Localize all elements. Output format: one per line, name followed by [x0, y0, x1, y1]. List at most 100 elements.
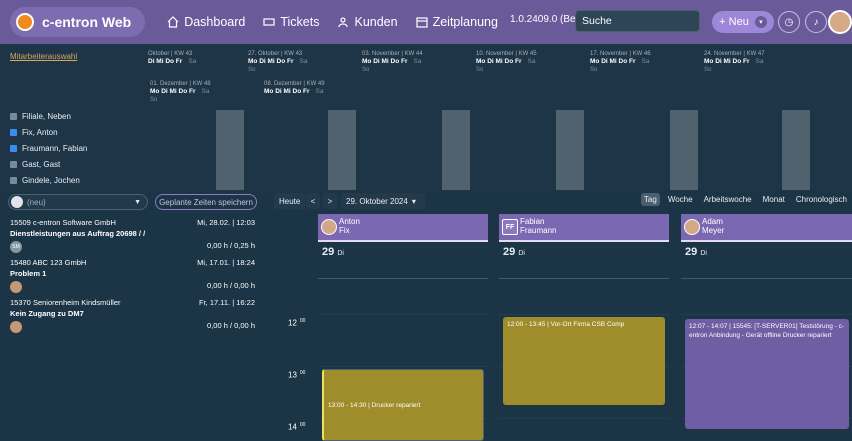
- divider: [681, 278, 852, 279]
- calendar-event[interactable]: 13:00 - 14:30 | Drucker repariert: [322, 369, 484, 441]
- weekend-label: So: [150, 97, 158, 103]
- view-tag[interactable]: Tag: [640, 193, 660, 206]
- day-of-week: Di: [518, 250, 525, 257]
- ticket-company: 15480 ABC 123 GmbH: [10, 258, 87, 267]
- avatar: [321, 219, 337, 235]
- weekend-label: So: [362, 67, 370, 73]
- minute-value: 00: [299, 422, 306, 428]
- ticket-item[interactable]: 15480 ABC 123 GmbH Mi, 17.01. | 18:24 Pro…: [10, 258, 255, 293]
- week-days: Di Mi Do Fr Sa: [148, 58, 202, 66]
- avatar: FF: [502, 219, 518, 235]
- gridline: [318, 366, 488, 367]
- search-input[interactable]: Suche: [575, 10, 700, 32]
- today-button[interactable]: Heute: [274, 193, 306, 209]
- calendar-column-fraumann: FF Fabian Fraumann 29 Di 12:00 - 13:45 |…: [499, 214, 669, 441]
- weekday-list: Mo Di Mi Do Fr: [248, 58, 294, 65]
- chevron-down-icon: ▼: [134, 198, 141, 206]
- day-number: 29 Di: [503, 246, 525, 258]
- week-label: 27. Oktober | KW 43: [248, 51, 303, 57]
- ticket-item[interactable]: 15509 c-entron Software GmbH Mi, 28.02. |…: [10, 218, 255, 253]
- ticket-company: 15509 c-entron Software GmbH: [10, 218, 116, 227]
- hour-label: 14 00: [288, 422, 305, 432]
- weekend-label: Sa: [527, 58, 536, 65]
- week-days: Mo Di Mi Do Fr Sa: [590, 58, 655, 66]
- checkbox[interactable]: [10, 112, 17, 120]
- employee-name: Gast, Gast: [22, 159, 61, 169]
- gridline: [681, 314, 852, 315]
- week-label: 03. November | KW 44: [362, 51, 423, 57]
- new-button[interactable]: + Neu ▾: [712, 11, 774, 33]
- employee-row-fraumann[interactable]: Fraumann, Fabian: [10, 142, 87, 154]
- ticket-panel: (neu) ▼ Geplante Zeiten speichern 15509 …: [0, 190, 263, 441]
- nav-zeitplanung[interactable]: Zeitplanung: [415, 15, 498, 29]
- view-switcher: Tag Woche Arbeitswoche Monat Chronologis…: [640, 193, 850, 206]
- ticket-header: 15509 c-entron Software GmbH Mi, 28.02. |…: [10, 218, 255, 227]
- nav-zeitplanung-label: Zeitplanung: [432, 15, 498, 29]
- user-avatar[interactable]: [828, 10, 852, 34]
- calendar-event[interactable]: 12:07 - 14:07 | 15545: [T-SERVER01] Test…: [685, 319, 849, 429]
- chevron-down-icon: ▾: [411, 196, 416, 206]
- timer-icon[interactable]: ◷: [778, 11, 800, 33]
- employee-row-gindele[interactable]: Gindele, Jochen: [10, 174, 80, 186]
- week-header-6: 24. November | KW 47 Mo Di Mi Do Fr Sa So: [704, 50, 769, 74]
- weekend-label: Sa: [755, 58, 764, 65]
- ticket-select-value: (neu): [27, 197, 46, 207]
- nav-tickets[interactable]: Tickets: [263, 15, 319, 29]
- weekend-label: So: [704, 67, 712, 73]
- week-label: 10. November | KW 45: [476, 51, 537, 57]
- checkbox[interactable]: [10, 144, 17, 152]
- day-of-week: Di: [700, 250, 707, 257]
- employee-row-filiale[interactable]: Filiale, Neben: [10, 110, 71, 122]
- calendar-event[interactable]: 12:00 - 13:45 | Vor-Ort Firma CSB Comp: [503, 317, 665, 405]
- hour-value: 13: [288, 370, 297, 380]
- ticket-company: 15370 Seniorenheim Kindsmüller: [10, 298, 121, 307]
- nav-dashboard[interactable]: Dashboard: [167, 15, 245, 29]
- employee-row-gast[interactable]: Gast, Gast: [10, 158, 60, 170]
- hour-label: 13 00: [288, 370, 305, 380]
- column-header: Anton Fix: [318, 214, 488, 242]
- view-monat[interactable]: Monat: [760, 193, 788, 206]
- nav-dashboard-label: Dashboard: [184, 15, 246, 29]
- nav-kunden[interactable]: Kunden: [337, 15, 398, 29]
- ticket-icon: [263, 18, 275, 26]
- divider: [499, 278, 669, 279]
- weekend-label: Sa: [413, 58, 422, 65]
- app-title: c-entron Web: [42, 14, 132, 30]
- ticket-date: Fr, 17.11. | 16:22: [198, 298, 255, 307]
- checkbox[interactable]: [10, 160, 17, 168]
- app-brand[interactable]: c-entron Web: [10, 7, 146, 37]
- chevron-down-icon[interactable]: ▾: [754, 16, 767, 28]
- bell-icon[interactable]: ♪: [805, 11, 827, 33]
- checkbox[interactable]: [10, 176, 17, 184]
- view-arbeitswoche[interactable]: Arbeitswoche: [701, 193, 755, 206]
- weekend-label: So: [476, 67, 484, 73]
- date-picker[interactable]: 29. Oktober 2024 ▾: [341, 193, 425, 209]
- people-icon: [338, 17, 349, 28]
- ticket-select[interactable]: (neu) ▼: [8, 194, 148, 210]
- prev-icon[interactable]: <: [306, 193, 320, 209]
- first-name: Anton: [339, 217, 360, 226]
- view-woche[interactable]: Woche: [665, 193, 696, 206]
- avatar: [10, 321, 22, 333]
- weekday-list: Mo Di Mi Do Fr: [150, 88, 196, 95]
- next-icon[interactable]: >: [323, 193, 337, 209]
- checkbox[interactable]: [10, 128, 17, 136]
- employee-selection-link[interactable]: Mitarbeiterauswahl: [10, 52, 77, 61]
- nav-kunden-label: Kunden: [354, 15, 398, 29]
- weekday-list: Mo Di Mi Do Fr: [264, 88, 310, 95]
- ticket-item[interactable]: 15370 Seniorenheim Kindsmüller Fr, 17.11.…: [10, 298, 255, 333]
- week-label: 24. November | KW 47: [704, 51, 765, 57]
- week-label: 17. November | KW 46: [590, 51, 651, 57]
- calendar-column-meyer: Adam Meyer 29 Di 12:07 - 14:07 | 15545: …: [681, 214, 852, 441]
- weekend-label: Sa: [188, 58, 197, 65]
- week-label: 08. Dezember | KW 49: [264, 81, 325, 87]
- ticket-hours: 0,00 h / 0,00 h: [207, 321, 255, 330]
- employee-row-fix[interactable]: Fix, Anton: [10, 126, 58, 138]
- day-value: 29: [685, 246, 698, 258]
- resource-planner: Mitarbeiterauswahl Oktober | KW 43 Di Mi…: [0, 44, 852, 230]
- save-planned-times-button[interactable]: Geplante Zeiten speichern: [155, 194, 257, 210]
- view-chronologisch[interactable]: Chronologisch: [793, 193, 850, 206]
- avatar: [11, 196, 23, 208]
- home-icon: [167, 16, 179, 28]
- day-of-week: Di: [337, 250, 344, 257]
